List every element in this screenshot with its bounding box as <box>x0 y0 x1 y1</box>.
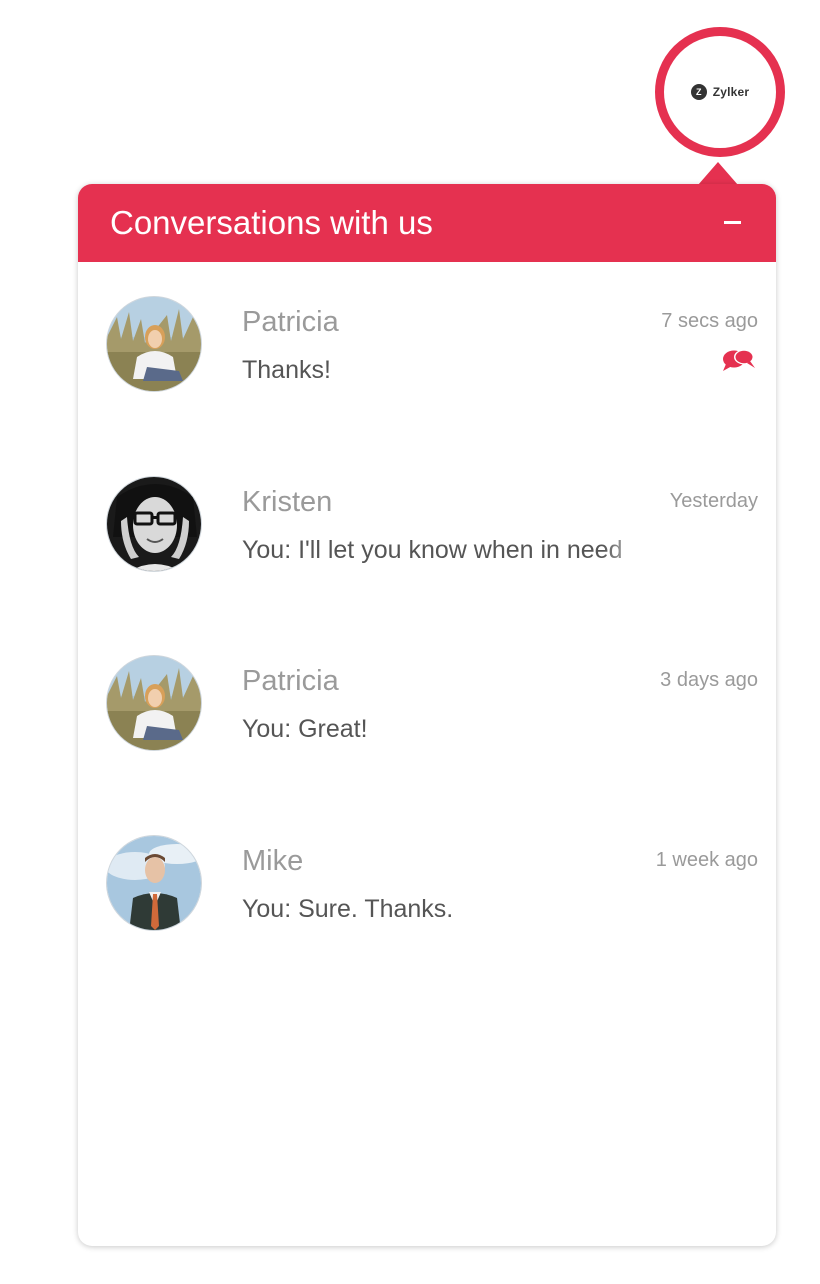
brand-mark-icon: Z <box>690 84 707 100</box>
conversation-message: You: Great! <box>242 715 368 743</box>
brand-launcher-button[interactable]: Z Zylker <box>655 27 785 157</box>
conversation-name: Patricia <box>242 306 339 338</box>
conversation-time: 1 week ago <box>655 848 758 871</box>
conversation-item[interactable]: Patricia 3 days ago You: Great! <box>78 621 776 801</box>
patricia-avatar <box>106 296 202 392</box>
brand-logo: Z Zylker <box>690 84 750 100</box>
chat-bubbles-icon <box>723 349 755 371</box>
panel-title: Conversations with us <box>110 204 433 241</box>
conversation-message: Thanks! <box>242 356 331 384</box>
chat-widget: Z Zylker Conversations with us Patricia … <box>0 0 820 1284</box>
conversation-message: You: Sure. Thanks. <box>242 894 454 923</box>
conversation-item[interactable]: Kristen Yesterday You: I'll let you know… <box>78 442 776 622</box>
conversation-list: Patricia 7 secs ago Thanks! Kristen Yest… <box>78 262 776 980</box>
kristen-avatar <box>106 475 202 572</box>
panel-header: Conversations with us <box>78 184 776 262</box>
conversation-name: Patricia <box>242 665 339 697</box>
conversation-item[interactable]: Mike 1 week ago You: Sure. Thanks. <box>78 801 776 981</box>
conversation-item[interactable]: Patricia 7 secs ago Thanks! <box>78 262 776 442</box>
mike-avatar <box>106 834 202 931</box>
conversations-panel: Conversations with us Patricia 7 secs ag… <box>78 184 776 1246</box>
conversation-message: You: I'll let you know when in need <box>242 535 623 564</box>
minimize-icon <box>723 220 741 224</box>
conversation-name: Kristen <box>242 485 333 518</box>
conversation-time: 3 days ago <box>660 669 758 691</box>
brand-name: Zylker <box>712 85 750 99</box>
minimize-button[interactable] <box>718 208 746 236</box>
conversation-time: 7 secs ago <box>661 310 758 332</box>
panel-pointer-arrow <box>698 162 738 185</box>
conversation-time: Yesterday <box>669 489 758 512</box>
conversation-name: Mike <box>242 844 304 877</box>
patricia-avatar <box>106 655 202 751</box>
